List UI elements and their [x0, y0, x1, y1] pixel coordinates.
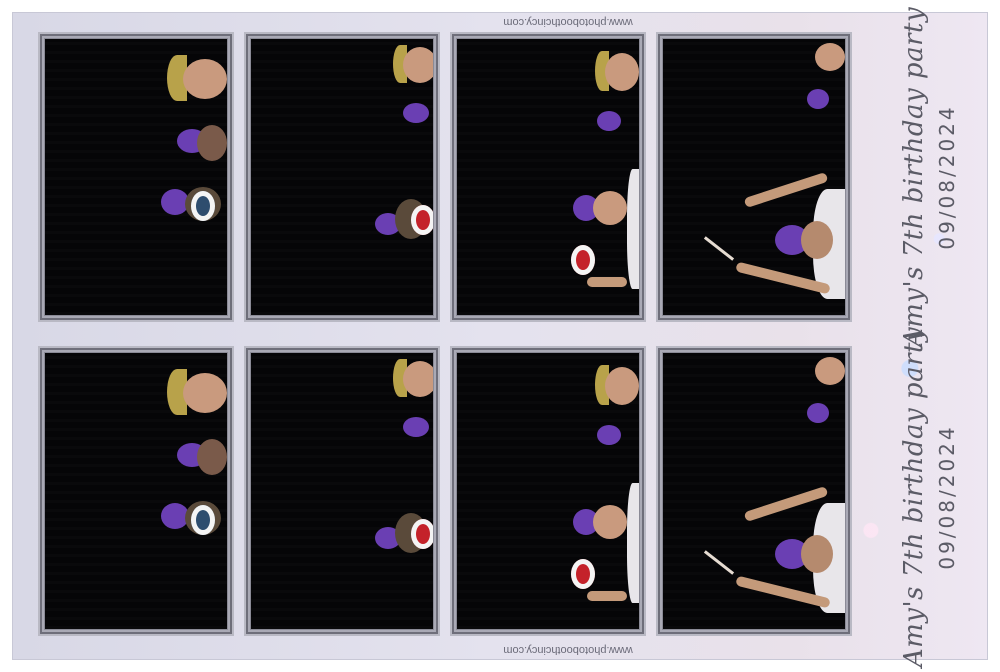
photo-strip-top: www.photoboothcincy.com Amy's 7th birthd… [12, 7, 988, 347]
face [593, 191, 627, 225]
photo-3 [457, 39, 639, 315]
face [403, 47, 433, 83]
face [403, 361, 433, 397]
photo-frame-2 [244, 32, 440, 322]
photo-frame-3 [450, 346, 646, 636]
caption: Amy's 7th birthday party 09/08/2024 [894, 7, 964, 347]
caption-date: 09/08/2024 [935, 104, 959, 250]
photo-booth-print: www.photoboothcincy.com Amy's 7th birthd… [12, 7, 988, 667]
photo-1 [45, 39, 227, 315]
face [605, 367, 639, 405]
photo-frame-1 [38, 32, 234, 322]
photo-strip-bottom: www.photoboothcincy.com Amy's 7th birthd… [12, 327, 988, 667]
lips-prop [191, 191, 215, 221]
photo-frame-3 [450, 32, 646, 322]
lips-prop [571, 245, 595, 275]
photo-frame-1 [38, 346, 234, 636]
wand-prop [703, 550, 735, 575]
photo-frame-2 [244, 346, 440, 636]
photo-2 [251, 353, 433, 629]
photo-frame-4 [656, 346, 852, 636]
mask [807, 89, 829, 109]
face [801, 221, 833, 259]
face [593, 505, 627, 539]
face [183, 373, 227, 413]
caption: Amy's 7th birthday party 09/08/2024 [894, 327, 964, 667]
photo-3 [457, 353, 639, 629]
mask [597, 425, 621, 445]
caption-title: Amy's 7th birthday party [899, 6, 929, 348]
mask [403, 103, 429, 123]
gown [627, 483, 639, 603]
mask [403, 417, 429, 437]
face [197, 439, 227, 475]
gown [627, 169, 639, 289]
photo-1 [45, 353, 227, 629]
face [183, 59, 227, 99]
photo-4 [663, 353, 845, 629]
lips-prop [191, 505, 215, 535]
lips-prop [411, 519, 433, 549]
arm [587, 591, 627, 601]
face [801, 535, 833, 573]
photo-2 [251, 39, 433, 315]
lips-prop [571, 559, 595, 589]
face [815, 357, 845, 385]
mask [597, 111, 621, 131]
watermark-text: www.photoboothcincy.com [503, 16, 633, 28]
arm [587, 277, 627, 287]
photo-4 [663, 39, 845, 315]
lips-prop [411, 205, 433, 235]
wand-prop [703, 236, 735, 261]
caption-date: 09/08/2024 [935, 424, 959, 570]
face [605, 53, 639, 91]
mask [807, 403, 829, 423]
photo-frame-4 [656, 32, 852, 322]
face [815, 43, 845, 71]
watermark-text: www.photoboothcincy.com [503, 644, 633, 656]
caption-title: Amy's 7th birthday party [899, 326, 929, 668]
face [197, 125, 227, 161]
